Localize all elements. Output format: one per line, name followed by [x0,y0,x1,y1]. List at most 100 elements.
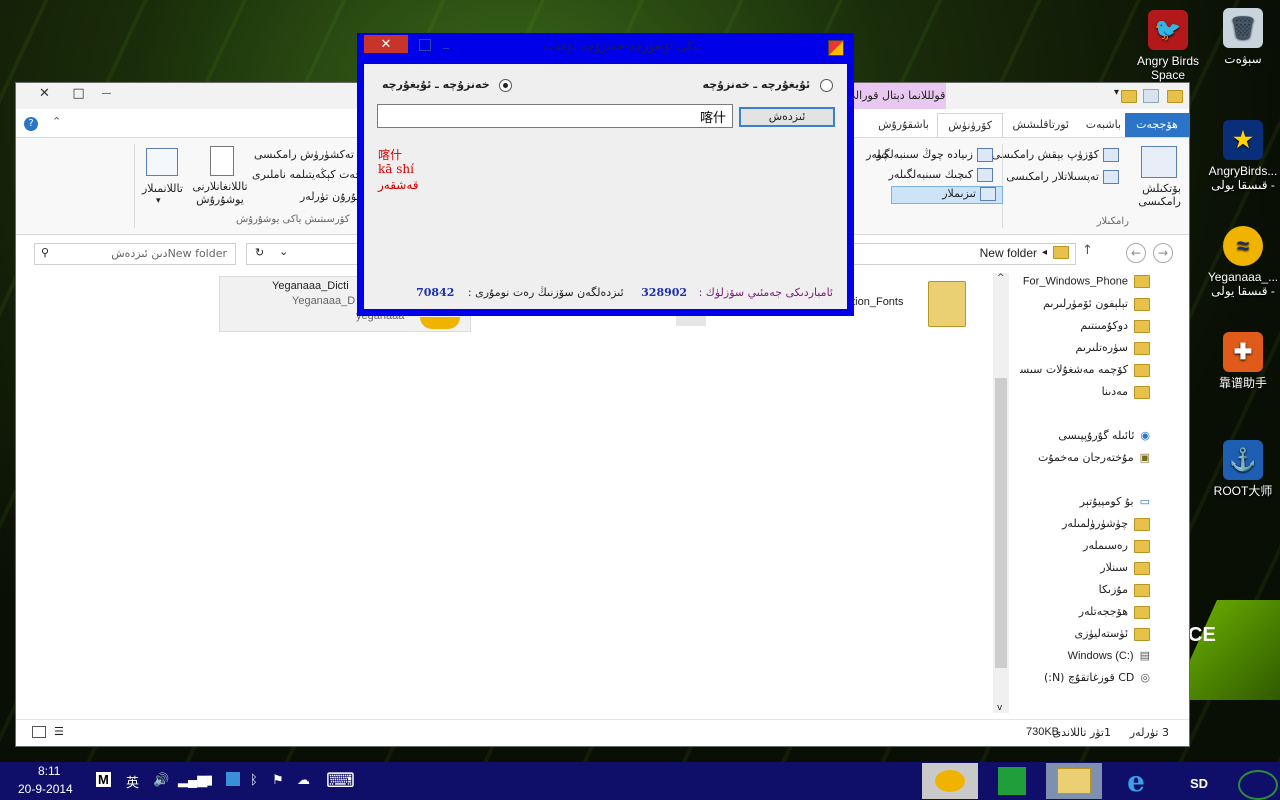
store-icon [998,767,1026,795]
ime-language-icon[interactable]: 英 [126,772,139,791]
maximize-button[interactable] [419,39,431,51]
small-icons-option[interactable]: كىچىك سىنبەلگىلەر [889,168,993,182]
layout-label: تىزىملار [942,187,976,200]
folder-icon[interactable] [928,281,966,327]
search-button[interactable]: ئىزدەش [739,107,835,127]
address-dropdown-icon[interactable]: ⌄ [279,245,288,258]
cd-drive-icon: ◎ [1140,671,1150,684]
options-button[interactable]: تاللانمىلار [142,182,183,195]
selected-size: 730KB [1025,726,1059,738]
tab-share[interactable]: ئورتاقلىشش [1002,113,1079,137]
navigation-pane-button[interactable]: بۆتكىلش رامكىسى [1125,182,1181,208]
volume-icon[interactable]: 🔊 [153,772,169,788]
cloud-icon[interactable]: ☁ [297,772,310,788]
angry-birds-starwars-shortcut[interactable]: ★ AngryBirds... قىسقا يولى - [1203,120,1280,192]
refresh-icon[interactable]: ↻ [255,246,264,259]
internet-explorer-icon: e [1127,764,1145,798]
minimize-button[interactable]: _ [443,35,449,49]
breadcrumb-current[interactable]: New folder [980,246,1037,260]
taskbar-app-explorer[interactable] [1046,763,1102,799]
collapse-ribbon-icon[interactable]: ⌃ [52,115,61,128]
search-box[interactable]: ⚲ New folderدىن ئىزدەش [34,243,236,265]
result-meaning: قەشقەر [378,178,419,192]
folder-icon[interactable] [1121,89,1137,103]
sd-card-icon[interactable]: SD [1190,776,1208,791]
help-icon[interactable]: ? [24,117,38,131]
quick-access-dropdown-icon[interactable]: ▾ [1114,87,1119,98]
nav-item-cd-drive[interactable]: ◎CD قوزغاتقۇچ (N:) [1044,671,1150,684]
radio-unselected[interactable] [820,78,833,92]
nav-item[interactable]: كۆچمە مەشغۇلات سىستېمىلىرى [1020,363,1150,377]
nav-item[interactable]: سۈرەتلىرىم [1076,341,1150,355]
clock-date[interactable]: 20-9-2014 [18,782,73,796]
action-center-flag-icon[interactable]: ⚑ [272,772,284,788]
navigation-pane-icon[interactable] [1141,146,1177,178]
hide-selected-button[interactable]: تاللانغانلارنى يوشۇرۇش [188,180,252,206]
details-pane-button[interactable]: تەپسىلاتلار رامكىسى [1006,170,1119,184]
scroll-down-icon[interactable]: v [997,703,1002,713]
nav-item-homegroup[interactable]: ◉ئائىلە گۇرۇپپىسى [1058,429,1150,442]
tab-view[interactable]: كۆرۈنۈش [937,113,1003,138]
bluetooth-icon[interactable]: ᛒ [250,772,258,787]
taskbar-app-store[interactable] [984,763,1040,799]
nav-item[interactable]: مۇزىكا [1099,583,1150,597]
nav-item[interactable]: ھۆججەتلەر [1079,605,1150,619]
radio-selected[interactable] [499,78,513,92]
radio-chinese-uyghur[interactable]: خەنزۇچە ـ ئۇيغۇرچە [382,78,513,92]
nav-item[interactable]: تېلېفون ئۆمۈرلىرىم [1043,297,1150,311]
radio-label: خەنزۇچە ـ ئۇيغۇرچە [382,78,490,91]
properties-icon[interactable] [1143,89,1159,103]
layout-label: كىچىك سىنبەلگىلەر [888,168,973,181]
nav-item[interactable]: سىنلار [1100,561,1150,575]
root-master-shortcut[interactable]: ⚓ ROOT大师 [1203,440,1280,498]
nav-item-this-pc[interactable]: ▭بۇ كومپيۇتېر [1080,495,1150,508]
nav-item[interactable]: چۈشۈرۈلمىلەر [1062,517,1150,531]
recycle-bin-icon[interactable]: 🗑 سېۋەت [1203,8,1280,66]
radio-uyghur-chinese[interactable]: ئۇيغۇرچە ـ خەنزۇچە [703,78,833,92]
kaopu-assistant-shortcut[interactable]: ✚ 靠谱助手 [1203,332,1280,390]
statistics-line: ئامباردىكى جەمئىي سۆزلۈك : 328902 ئىزدەل… [416,286,833,299]
clock-time[interactable]: 8:11 [38,764,60,778]
desktop-icon-label: سېۋەت [1224,52,1262,66]
preview-pane-button[interactable]: كۆزۈپ بېقش رامكىسى [992,148,1119,162]
back-button[interactable]: → [1153,243,1173,263]
yeganaaa-shortcut[interactable]: ≈ Yeganaaa_... قىسقا يولى - [1203,226,1280,298]
nav-pane-scrollbar[interactable]: ^ v [993,273,1009,713]
taskbar-app-ie[interactable]: e [1108,763,1164,799]
touch-keyboard-icon[interactable]: ⌨ [326,768,355,793]
yeganaaa-icon [935,770,965,792]
large-icons-view-icon[interactable] [32,726,46,738]
nav-item[interactable]: دوكۇمىنتىم [1080,319,1150,333]
nav-item-drive-c[interactable]: ▤Windows (C:) [1068,649,1150,662]
minimize-button[interactable]: — [84,83,129,103]
scrollbar-thumb[interactable] [995,378,1007,668]
forward-button[interactable]: ← [1126,243,1146,263]
nav-item-user[interactable]: ▣مۇختەرجان مەخمۇت [1038,451,1150,464]
file-name: Yeganaaa_Dicti [272,280,349,292]
close-button[interactable]: ✕ [364,35,408,53]
desktop-icon-label: Angry Birds Space [1136,54,1200,82]
network-app-icon[interactable] [226,772,240,786]
nav-item[interactable]: ئۈستەلیۈزى [1075,627,1150,641]
result-pinyin: kā shí [378,162,414,176]
total-words-value: 328902 [641,286,688,299]
battery-icon[interactable]: ▮ [206,772,213,788]
nav-item[interactable]: For_Windows_Phone [1023,275,1150,288]
nav-item[interactable]: رەسىملەر [1083,539,1150,553]
tab-manage[interactable]: باشقۇرۇش [868,113,939,137]
scroll-up-icon[interactable]: ^ [997,273,1005,283]
signal-icon[interactable]: ▂▄▆ [178,772,207,788]
file-name[interactable]: ation_Fonts [846,296,903,308]
tab-file[interactable]: ھۆججەت [1125,113,1189,137]
search-input[interactable] [377,104,733,128]
angry-birds-space-shortcut[interactable]: 🐦 Angry Birds Space [1128,10,1208,82]
list-option-selected[interactable]: تىزىملار [891,186,1003,204]
ime-mode-icon[interactable]: M [96,772,111,787]
up-button[interactable]: ↑ [1082,243,1093,258]
details-view-icon[interactable]: ☰ [54,725,64,738]
nav-item[interactable]: مەدىنا [1102,385,1150,399]
tab-home[interactable]: باشبەت [1076,113,1131,137]
taskbar-app-yeganaaa[interactable] [922,763,978,799]
dialog-titlebar: ✕ _ يېڭى ئۇيغۇرچە-خەنزۇچە لۇغەت [357,33,854,61]
layout-overflow: چو [876,148,889,161]
